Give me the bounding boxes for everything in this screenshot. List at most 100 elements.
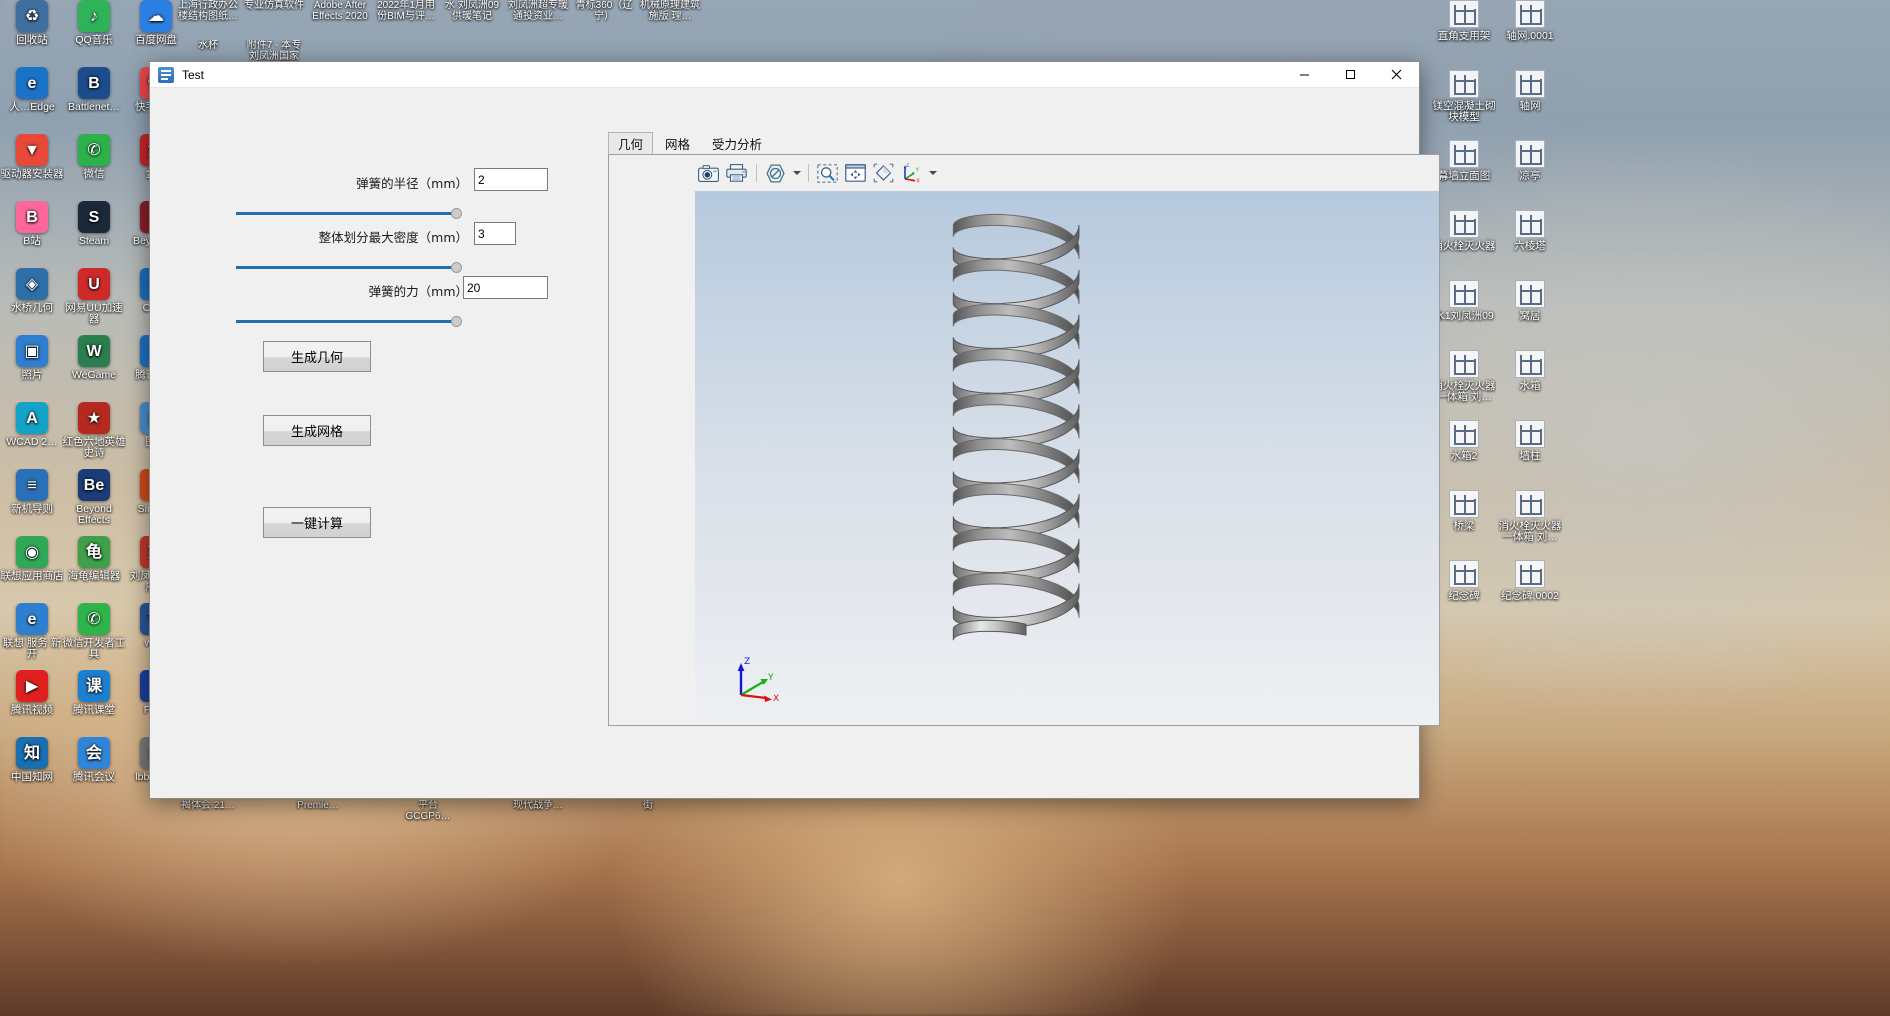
desktop-icon[interactable]: 纪念碑 — [1432, 560, 1496, 630]
desktop-icon[interactable]: 龟海龟编辑器 — [62, 536, 126, 603]
screenshot-camera-icon[interactable] — [695, 160, 721, 186]
desktop-icon[interactable]: U 网易UU加速器 — [62, 268, 126, 335]
cad-thumbnail-icon — [1449, 350, 1479, 378]
window-maximize-button[interactable] — [1327, 62, 1373, 88]
window-minimize-button[interactable] — [1281, 62, 1327, 88]
app-icon-glyph: ♻ — [16, 0, 48, 32]
desktop-icon[interactable]: 消火栓灭火器 — [1432, 210, 1496, 280]
desktop-icon[interactable]: A WCAD 2… — [0, 402, 64, 469]
spring-radius-input[interactable] — [474, 168, 548, 191]
desktop-icon[interactable]: ◉ 联想应用商店 — [0, 536, 64, 603]
desktop-icon[interactable]: 凉亭 — [1498, 140, 1562, 210]
desktop-icon[interactable]: 直角支用架 — [1432, 0, 1496, 70]
desktop-icon[interactable]: 知中国知网 — [0, 737, 64, 804]
viewer-tabstrip: 几何 网格 受力分析 — [608, 132, 772, 154]
desktop-icon[interactable]: Be Beyond Effects — [62, 469, 126, 536]
tab-mesh[interactable]: 网格 — [655, 132, 700, 154]
desktop-icon[interactable]: 街 — [616, 800, 680, 830]
desktop-icon-label: Beyond Effects — [76, 503, 112, 526]
axis-orientation-icon[interactable]: Z Y X — [898, 160, 924, 186]
window-close-button[interactable] — [1373, 62, 1419, 88]
desktop-icon[interactable]: 轴网 — [1498, 70, 1562, 140]
desktop-icon-label: QQ音乐 — [75, 34, 113, 46]
print-icon[interactable] — [723, 160, 749, 186]
global-mesh-density-input[interactable] — [474, 222, 516, 245]
desktop-icon[interactable]: 水1刘凤洲09 — [1432, 280, 1496, 350]
desktop-icon[interactable]: 消火栓灭火器一体箱 刘… — [1432, 350, 1496, 420]
desktop-icon[interactable]: 水箱 — [1498, 350, 1562, 420]
desktop-icon[interactable]: 消火栓灭火器一体箱 刘… — [1498, 490, 1562, 560]
generate-mesh-button[interactable]: 生成网格 — [263, 415, 371, 446]
desktop-icon[interactable]: ★ 红色六地英雄史诗 — [62, 402, 126, 469]
desktop-icon[interactable]: 褐体会.21… — [176, 800, 240, 830]
desktop-icon[interactable]: ♻ 回收站 — [0, 0, 64, 67]
desktop-icon[interactable]: ◈ 水桥几何 — [0, 268, 64, 335]
desktop-icon[interactable]: 水 刘凤洲09 供暖笔记 — [440, 0, 504, 40]
spring-radius-slider-thumb[interactable] — [451, 208, 462, 219]
desktop-icon[interactable]: 刘凤洲超专暖通投资业… — [506, 0, 570, 40]
rotate-icon[interactable] — [870, 160, 896, 186]
desktop-icon[interactable]: 现代战争… — [506, 800, 570, 830]
desktop-icon[interactable]: 镁空混凝土砌块模型 — [1432, 70, 1496, 140]
app-icon-glyph: U — [78, 268, 110, 300]
desktop-icon[interactable]: S Steam — [62, 201, 126, 268]
spring-force-slider[interactable] — [236, 313, 468, 331]
spring-force-input[interactable] — [463, 276, 548, 299]
app-icon-glyph: ▣ — [16, 335, 48, 367]
desktop-icon[interactable]: 平台GCGP6… — [396, 800, 460, 830]
desktop-icon-label: Adobe After Effects 2020 — [312, 0, 368, 22]
global-mesh-density-slider-thumb[interactable] — [451, 262, 462, 273]
view-orientation-dropdown-caret[interactable] — [926, 160, 939, 186]
desktop-icon[interactable]: e 联想 服务 新开 — [0, 603, 64, 670]
desktop-icon[interactable]: W WeGame — [62, 335, 126, 402]
desktop-icon[interactable]: 墙柱 — [1498, 420, 1562, 490]
desktop-icon-label: 桥梁 — [1453, 520, 1475, 532]
desktop-icon[interactable]: 专业仿真软件 — [242, 0, 306, 40]
desktop-icon[interactable]: Adobe After Effects 2020 — [308, 0, 372, 40]
desktop-icon[interactable]: 桥梁 — [1432, 490, 1496, 560]
cad-thumbnail-icon — [1449, 420, 1479, 448]
desktop-icon[interactable]: 纪念碑.0002 — [1498, 560, 1562, 630]
desktop-icon-label: Premie… — [297, 800, 339, 811]
spring-radius-slider[interactable] — [236, 205, 468, 223]
tab-force-analysis[interactable]: 受力分析 — [702, 132, 772, 154]
generate-geometry-button[interactable]: 生成几何 — [263, 341, 371, 372]
axis-label-y: Y — [767, 673, 774, 683]
desktop-icon[interactable]: 幕墙立面图 — [1432, 140, 1496, 210]
desktop-icon[interactable]: 上海行政办公楼结构图纸… — [176, 0, 240, 40]
desktop-icon-label: 水箱 — [1519, 380, 1541, 392]
zoom-to-box-icon[interactable] — [814, 160, 840, 186]
desktop-icon[interactable]: e 人…Edge — [0, 67, 64, 134]
desktop-icon[interactable]: 水箱2 — [1432, 420, 1496, 490]
viewport-3d-canvas[interactable]: Z Y X — [695, 191, 1439, 725]
desktop-icon[interactable]: ▼ 驱动器安装器 — [0, 134, 64, 201]
desktop-icon[interactable]: ≡ 新机导则 — [0, 469, 64, 536]
desktop-icon[interactable]: 六棱塔 — [1498, 210, 1562, 280]
desktop-icon[interactable]: ♪ QQ音乐 — [62, 0, 126, 67]
desktop-icon[interactable]: ✆ 微信 — [62, 134, 126, 201]
display-mode-dropdown-caret[interactable] — [790, 160, 803, 186]
desktop-icon[interactable]: 会腾讯会议 — [62, 737, 126, 804]
tab-geometry[interactable]: 几何 — [608, 132, 654, 154]
spring-force-slider-thumb[interactable] — [451, 316, 462, 327]
desktop-icon[interactable]: 轴网.0001 — [1498, 0, 1562, 70]
desktop-icon[interactable]: Premie… — [286, 800, 350, 830]
desktop-icon-label: 腾讯会议 — [73, 771, 115, 783]
fit-all-icon[interactable] — [842, 160, 868, 186]
desktop-icon-label: 消火栓灭火器一体箱 刘… — [1432, 380, 1496, 403]
desktop-icon[interactable]: 窝居 — [1498, 280, 1562, 350]
desktop-icon[interactable]: 课腾讯课堂 — [62, 670, 126, 737]
desktop-icon[interactable]: B Battlenet… — [62, 67, 126, 134]
global-mesh-density-slider[interactable] — [236, 259, 468, 277]
desktop-icon[interactable]: ▣ 照片 — [0, 335, 64, 402]
desktop-icon[interactable]: 2022年1月用份BIM与评… — [374, 0, 438, 40]
no-entry-icon[interactable] — [762, 160, 788, 186]
desktop-icon-label: 凉亭 — [1519, 170, 1541, 182]
desktop-icon[interactable]: 青标360（辽宁） — [572, 0, 636, 40]
desktop-icon[interactable]: ✆ 微信开发者工具 — [62, 603, 126, 670]
desktop-icon[interactable]: ▶ 腾讯视频 — [0, 670, 64, 737]
desktop-icon[interactable]: B B站 — [0, 201, 64, 268]
one-click-compute-button[interactable]: 一键计算 — [263, 507, 371, 538]
cad-thumbnail-icon — [1515, 560, 1545, 588]
desktop-icon[interactable]: 机械原理建筑施版 理… — [638, 0, 702, 40]
